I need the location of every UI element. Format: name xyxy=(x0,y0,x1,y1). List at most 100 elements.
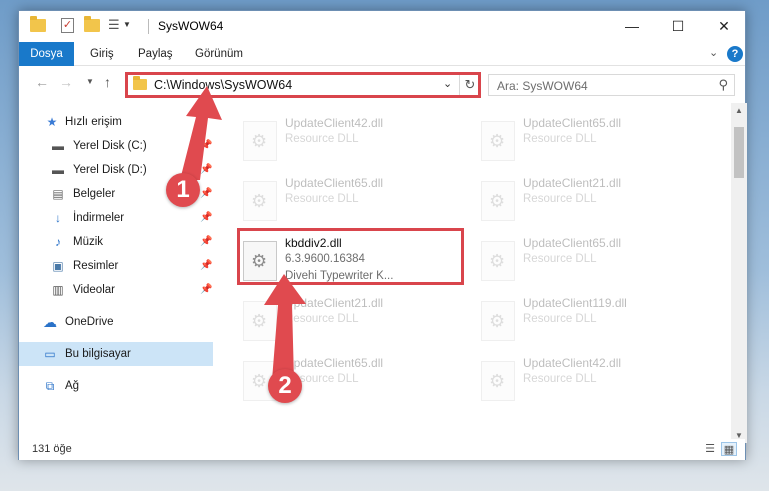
pin-icon[interactable]: 📌 xyxy=(200,158,212,182)
sidebar-item-network[interactable]: ⧉ Ağ xyxy=(19,374,213,398)
search-icon[interactable]: ⚲ xyxy=(718,77,728,93)
tiles-view-icon[interactable]: ▦ xyxy=(721,442,737,456)
file-item[interactable]: UpdateClient21.dll Resource DLL xyxy=(475,173,705,228)
sidebar-item-pictures[interactable]: ▣ Resimler 📌 xyxy=(19,254,213,278)
file-description: Resource DLL xyxy=(523,373,597,385)
dll-file-icon xyxy=(243,301,277,341)
pin-icon[interactable]: 📌 xyxy=(200,182,212,206)
customize-toolbar-icon[interactable]: ☰ xyxy=(108,17,120,33)
dll-file-icon xyxy=(481,361,515,401)
details-view-icon[interactable]: ☰ xyxy=(702,442,718,456)
navigation-bar: ← → ▼ ↑ C:\Windows\SysWOW64 ⌄ ↻ Ara: Sys… xyxy=(19,67,745,101)
tab-share[interactable]: Paylaş xyxy=(138,42,173,66)
file-description: Resource DLL xyxy=(523,133,597,145)
sidebar-item-disk-c[interactable]: ▬ Yerel Disk (C:) 📌 xyxy=(19,134,213,158)
item-count: 131 öğe xyxy=(32,443,72,455)
file-name: UpdateClient65.dll xyxy=(523,236,622,250)
search-box[interactable]: Ara: SysWOW64 ⚲ xyxy=(488,74,735,96)
window-title: SysWOW64 xyxy=(158,19,224,33)
pin-icon[interactable]: 📌 xyxy=(200,278,212,302)
sidebar-item-this-pc[interactable]: ▭ Bu bilgisayar xyxy=(19,342,213,366)
file-item[interactable]: UpdateClient119.dll Resource DLL xyxy=(475,293,705,348)
sidebar-item-label: İndirmeler xyxy=(73,212,125,224)
file-highlight-box xyxy=(237,228,464,285)
annotation-step-2: 2 xyxy=(268,369,302,403)
file-item[interactable]: UpdateClient65.dll Resource DLL xyxy=(237,173,467,228)
file-name: UpdateClient65.dll xyxy=(523,116,622,130)
computer-icon: ▭ xyxy=(44,347,56,361)
forward-arrow-icon[interactable]: → xyxy=(59,74,73,90)
sidebar-item-label: Müzik xyxy=(73,236,104,248)
sidebar-item-label: Resimler xyxy=(73,260,119,272)
dll-file-icon xyxy=(481,181,515,221)
file-item[interactable]: UpdateClient42.dll Resource DLL xyxy=(475,353,705,408)
tab-file[interactable]: Dosya xyxy=(19,42,74,66)
file-item[interactable]: UpdateClient42.dll Resource DLL xyxy=(237,113,467,168)
drive-icon: ▬ xyxy=(52,163,64,177)
file-name: UpdateClient21.dll xyxy=(523,176,622,190)
title-bar: ✓ ☰ ▼ SysWOW64 — ☐ ✕ xyxy=(19,11,745,42)
sidebar-item-downloads[interactable]: ↓ İndirmeler 📌 xyxy=(19,206,213,230)
title-separator xyxy=(148,19,149,34)
file-description: Resource DLL xyxy=(285,313,359,325)
drive-icon: ▬ xyxy=(52,139,64,153)
sidebar-item-label: Ağ xyxy=(65,380,80,392)
status-bar: 131 öğe ☰ ▦ xyxy=(19,439,745,460)
search-input[interactable]: Ara: SysWOW64 xyxy=(497,79,588,93)
minimize-button[interactable]: — xyxy=(609,11,655,41)
scroll-up-icon[interactable]: ▲ xyxy=(731,106,747,115)
vertical-scrollbar[interactable]: ▲ ▼ xyxy=(731,103,747,443)
sidebar-item-label: OneDrive xyxy=(65,316,114,328)
toolbar-dropdown-icon[interactable]: ▼ xyxy=(123,20,131,29)
back-arrow-icon[interactable]: ← xyxy=(35,74,49,90)
properties-icon[interactable]: ✓ xyxy=(61,18,74,33)
sidebar-item-label: Hızlı erişim xyxy=(65,116,122,128)
recent-locations-icon[interactable]: ▼ xyxy=(86,77,94,86)
file-item[interactable]: UpdateClient65.dll Resource DLL xyxy=(475,113,705,168)
network-icon: ⧉ xyxy=(45,379,55,393)
up-arrow-icon[interactable]: ↑ xyxy=(104,74,111,90)
tab-view[interactable]: Görünüm xyxy=(195,42,243,66)
navigation-pane: ★ Hızlı erişim ▬ Yerel Disk (C:) 📌 ▬ Yer… xyxy=(19,103,215,443)
pin-icon[interactable]: 📌 xyxy=(200,206,212,230)
cloud-icon: ☁ xyxy=(43,314,57,330)
sidebar-item-label: Bu bilgisayar xyxy=(65,348,131,360)
new-folder-icon[interactable] xyxy=(84,16,100,32)
folder-icon xyxy=(30,16,46,32)
sidebar-item-music[interactable]: ♪ Müzik 📌 xyxy=(19,230,213,254)
pin-icon[interactable]: 📌 xyxy=(200,230,212,254)
file-name: UpdateClient65.dll xyxy=(285,176,384,190)
dll-file-icon xyxy=(481,121,515,161)
sidebar-item-label: Yerel Disk (D:) xyxy=(73,164,147,176)
tab-home[interactable]: Giriş xyxy=(90,42,114,66)
dll-file-icon xyxy=(481,241,515,281)
file-item[interactable]: UpdateClient21.dll Resource DLL xyxy=(237,293,467,348)
help-icon[interactable]: ? xyxy=(727,46,743,62)
file-name: UpdateClient42.dll xyxy=(285,116,384,130)
videos-icon: ▥ xyxy=(52,283,64,297)
expand-ribbon-icon[interactable]: ⌄ xyxy=(709,46,718,59)
file-name: UpdateClient42.dll xyxy=(523,356,622,370)
star-icon: ★ xyxy=(46,115,58,129)
file-item[interactable]: UpdateClient65.dll Resource DLL xyxy=(475,233,705,288)
sidebar-item-videos[interactable]: ▥ Videolar 📌 xyxy=(19,278,213,302)
pin-icon[interactable]: 📌 xyxy=(200,134,212,158)
dll-file-icon xyxy=(243,121,277,161)
file-description: Resource DLL xyxy=(523,193,597,205)
documents-icon: ▤ xyxy=(52,187,64,201)
annotation-step-1: 1 xyxy=(166,173,200,207)
sidebar-item-onedrive[interactable]: ☁ OneDrive xyxy=(19,310,213,334)
download-icon: ↓ xyxy=(55,211,61,225)
file-description: Resource DLL xyxy=(285,193,359,205)
maximize-button[interactable]: ☐ xyxy=(655,11,701,41)
pin-icon[interactable]: 📌 xyxy=(200,254,212,278)
file-description: Resource DLL xyxy=(285,133,359,145)
pictures-icon: ▣ xyxy=(52,259,64,273)
address-highlight-box xyxy=(125,72,481,98)
scroll-thumb[interactable] xyxy=(734,127,744,178)
sidebar-item-quick-access[interactable]: ★ Hızlı erişim xyxy=(19,110,213,134)
file-name: UpdateClient65.dll xyxy=(285,356,384,370)
sidebar-item-label: Belgeler xyxy=(73,188,116,200)
close-button[interactable]: ✕ xyxy=(701,11,747,41)
ribbon-tabs: Dosya Giriş Paylaş Görünüm ⌄ ? xyxy=(19,42,745,66)
